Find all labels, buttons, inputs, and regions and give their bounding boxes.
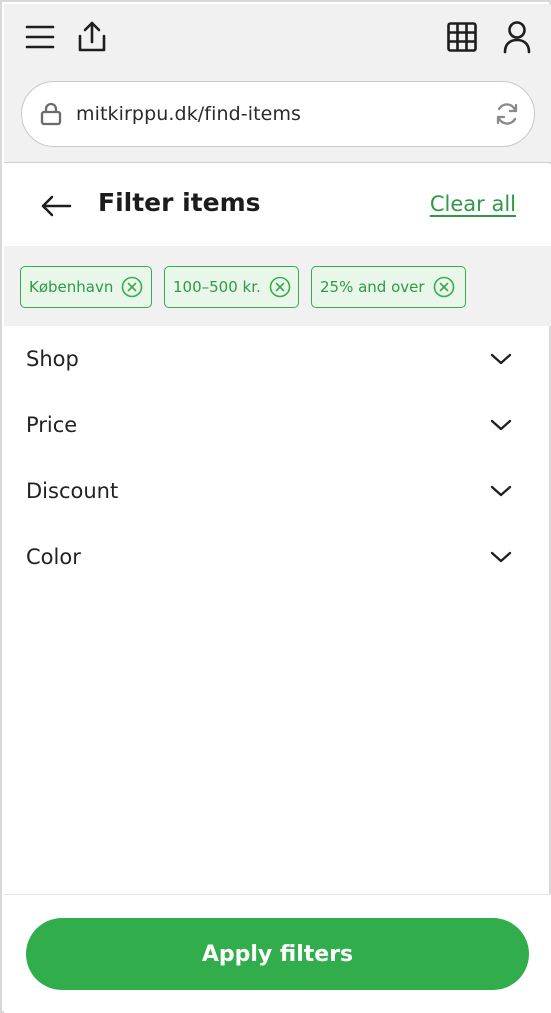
browser-toolbar: mitkirppu.dk/find-items (4, 4, 551, 163)
page-header: Filter items Clear all (4, 164, 551, 246)
filter-label: Shop (26, 347, 79, 371)
filter-section-color[interactable]: Color (4, 524, 551, 590)
filter-label: Price (26, 413, 78, 437)
chip-label: København (29, 278, 114, 296)
chevron-down-icon (489, 347, 513, 371)
address-bar[interactable]: mitkirppu.dk/find-items (21, 81, 535, 147)
filter-section-price[interactable]: Price (4, 392, 551, 458)
chevron-down-icon (489, 545, 513, 569)
filter-chip[interactable]: 100–500 kr. (164, 266, 299, 308)
remove-circle-icon[interactable] (269, 276, 291, 298)
filter-chip[interactable]: København (20, 266, 152, 308)
active-filter-chips: København 100–500 kr. 25% and over (4, 246, 551, 326)
filter-section-discount[interactable]: Discount (4, 458, 551, 524)
arrow-left-icon[interactable] (36, 186, 76, 226)
footer: Apply filters (4, 894, 551, 1013)
apply-filters-button[interactable]: Apply filters (26, 918, 529, 990)
grid-icon[interactable] (442, 17, 482, 57)
remove-circle-icon[interactable] (433, 276, 455, 298)
chevron-down-icon (489, 479, 513, 503)
chip-label: 25% and over (320, 278, 425, 296)
hamburger-menu-icon[interactable] (20, 17, 60, 57)
page-title: Filter items (98, 188, 261, 217)
share-icon[interactable] (72, 17, 112, 57)
remove-circle-icon[interactable] (121, 276, 143, 298)
chip-label: 100–500 kr. (173, 278, 261, 296)
filter-label: Discount (26, 479, 119, 503)
reload-icon[interactable] (492, 99, 522, 129)
apply-filters-label: Apply filters (201, 941, 354, 967)
chevron-down-icon (489, 413, 513, 437)
clear-all-link[interactable]: Clear all (430, 192, 516, 216)
phone-frame: mitkirppu.dk/find-items Filter items Cle… (0, 0, 551, 1013)
user-icon[interactable] (497, 17, 537, 57)
filter-chip[interactable]: 25% and over (311, 266, 466, 308)
url-text: mitkirppu.dk/find-items (76, 103, 302, 125)
filter-section-shop[interactable]: Shop (4, 326, 551, 392)
filter-label: Color (26, 545, 81, 569)
filter-list: Shop Price Discount Color (4, 326, 551, 590)
lock-icon (40, 102, 62, 130)
